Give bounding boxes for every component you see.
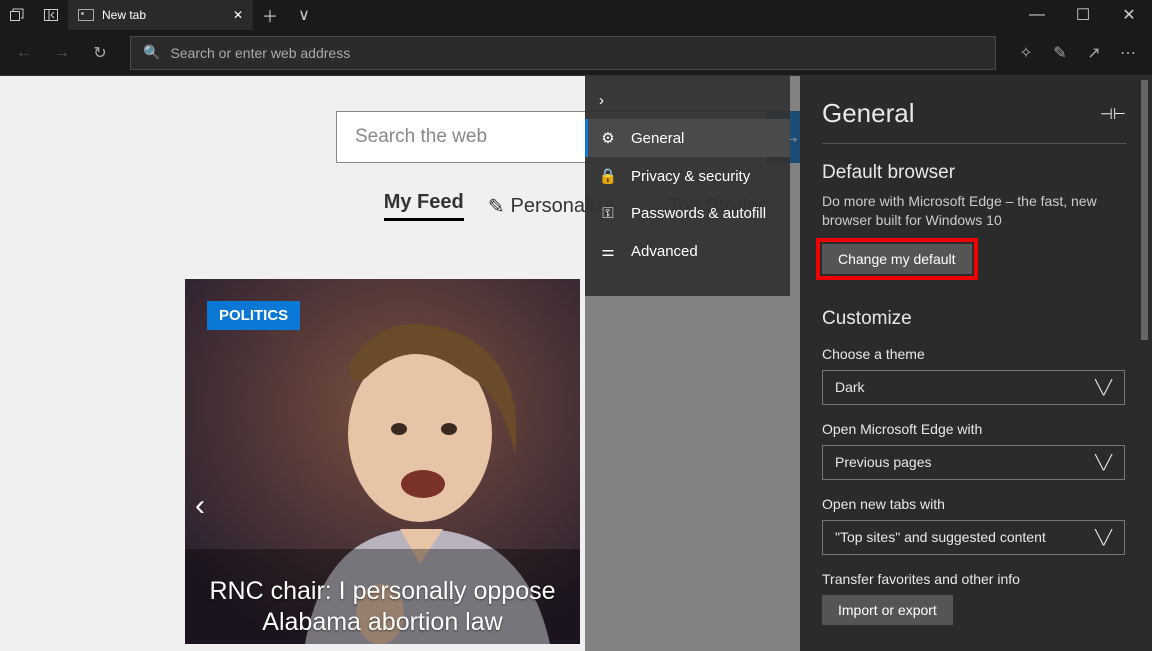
nav-item-privacy[interactable]: 🔒 Privacy & security [585, 157, 790, 195]
open-with-label: Open Microsoft Edge with [822, 421, 1126, 437]
favorites-icon[interactable]: ✧ [1010, 37, 1042, 69]
more-icon[interactable]: ⋯ [1112, 37, 1144, 69]
settings-back-icon[interactable]: › [585, 82, 790, 119]
pin-icon[interactable]: ⊣⊢ [1100, 105, 1126, 123]
content-area: Search the web → My Feed ✎Personalize | … [0, 76, 1152, 651]
new-tabs-value: "Top sites" and suggested content [835, 529, 1046, 545]
theme-value: Dark [835, 379, 865, 395]
browser-tab[interactable]: New tab ✕ [68, 0, 253, 30]
search-icon: 🔍 [143, 44, 160, 61]
theme-select[interactable]: Dark ╲╱ [822, 370, 1125, 405]
nav-label: Advanced [631, 243, 698, 260]
nav-item-passwords[interactable]: ⚿ Passwords & autofill [585, 195, 790, 232]
tabs-dropdown-icon[interactable]: ∨ [287, 0, 321, 30]
refresh-button[interactable]: ↻ [84, 37, 116, 69]
tab-actions-icon[interactable] [0, 0, 34, 30]
settings-nav: › ⚙ General 🔒 Privacy & security ⚿ Passw… [585, 76, 790, 296]
hero-headline: RNC chair: I personally oppose Alabama a… [207, 576, 558, 639]
new-tab-button[interactable]: ＋ [253, 0, 287, 30]
nav-item-general[interactable]: ⚙ General [585, 119, 790, 157]
theme-label: Choose a theme [822, 346, 1126, 362]
hero-card[interactable]: POLITICS ‹ RNC chair: I personally oppos… [185, 279, 580, 644]
settings-panel: General ⊣⊢ Default browser Do more with … [800, 76, 1152, 651]
transfer-label: Transfer favorites and other info [822, 571, 1126, 587]
import-export-button[interactable]: Import or export [822, 595, 953, 625]
tab-title: New tab [102, 8, 146, 22]
back-button[interactable]: ← [8, 37, 40, 69]
address-bar[interactable]: 🔍 Search or enter web address [130, 36, 996, 70]
nav-label: General [631, 130, 684, 147]
hero-category-tag: POLITICS [207, 301, 300, 330]
nav-item-advanced[interactable]: ⚌ Advanced [585, 232, 790, 270]
pencil-icon: ✎ [488, 194, 505, 219]
tab-close-icon[interactable]: ✕ [233, 8, 243, 22]
sliders-icon: ⚌ [599, 242, 617, 260]
set-aside-icon[interactable] [34, 0, 68, 30]
toolbar: ← → ↻ 🔍 Search or enter web address ✧ ✎ … [0, 30, 1152, 76]
share-icon[interactable]: ↗ [1078, 37, 1110, 69]
chevron-down-icon: ╲╱ [1095, 529, 1112, 546]
change-default-button[interactable]: Change my default [822, 244, 972, 274]
address-placeholder: Search or enter web address [170, 45, 350, 61]
key-icon: ⚿ [599, 205, 617, 222]
new-tabs-select[interactable]: "Top sites" and suggested content ╲╱ [822, 520, 1125, 555]
notes-icon[interactable]: ✎ [1044, 37, 1076, 69]
nav-label: Privacy & security [631, 168, 750, 185]
default-browser-heading: Default browser [822, 162, 1126, 184]
open-with-select[interactable]: Previous pages ╲╱ [822, 445, 1125, 480]
minimize-button[interactable]: — [1014, 0, 1060, 30]
divider [822, 143, 1126, 144]
chevron-down-icon: ╲╱ [1095, 379, 1112, 396]
new-tabs-label: Open new tabs with [822, 496, 1126, 512]
window-close-button[interactable]: ✕ [1106, 0, 1152, 30]
tab-my-feed[interactable]: My Feed [384, 191, 464, 221]
default-browser-desc: Do more with Microsoft Edge – the fast, … [822, 192, 1126, 230]
title-bar: New tab ✕ ＋ ∨ — ☐ ✕ [0, 0, 1152, 30]
tab-favicon-icon [78, 9, 94, 21]
web-search-placeholder: Search the web [355, 126, 487, 148]
open-with-value: Previous pages [835, 454, 932, 470]
nav-label: Passwords & autofill [631, 205, 766, 222]
chevron-down-icon: ╲╱ [1095, 454, 1112, 471]
scrollbar[interactable] [1141, 80, 1148, 340]
maximize-button[interactable]: ☐ [1060, 0, 1106, 30]
forward-button[interactable]: → [46, 37, 78, 69]
hero-prev-arrow-icon[interactable]: ‹ [195, 489, 205, 523]
customize-heading: Customize [822, 308, 1126, 330]
gear-icon: ⚙ [599, 129, 617, 147]
settings-title: General ⊣⊢ [822, 98, 1126, 129]
lock-icon: 🔒 [599, 167, 617, 185]
